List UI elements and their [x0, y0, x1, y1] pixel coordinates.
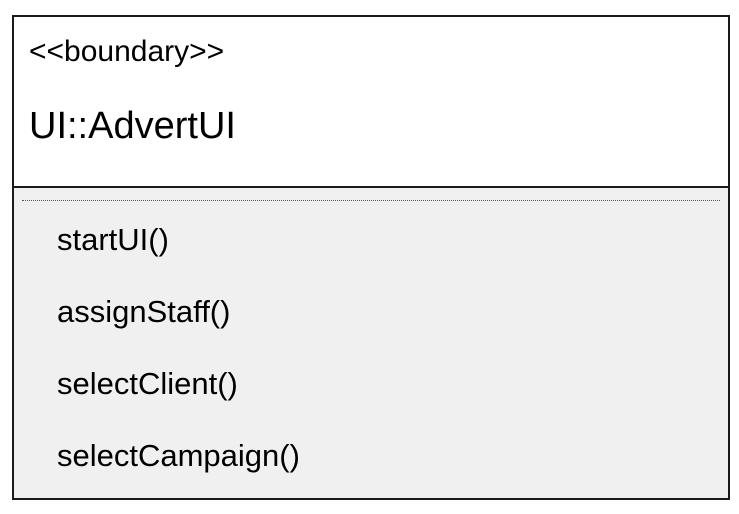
- operation-start-ui: startUI(): [57, 222, 169, 257]
- class-header: <<boundary>> UI::AdvertUI: [14, 17, 728, 188]
- operation-select-campaign: selectCampaign(): [57, 438, 300, 473]
- class-name: UI::AdvertUI: [29, 105, 236, 147]
- attributes-separator: [22, 200, 720, 201]
- class-stereotype: <<boundary>>: [29, 35, 225, 68]
- uml-class-box: <<boundary>> UI::AdvertUI startUI() assi…: [12, 15, 730, 500]
- operations-compartment: startUI() assignStaff() selectClient() s…: [14, 188, 728, 498]
- operations-list: startUI() assignStaff() selectClient() s…: [57, 222, 300, 510]
- operation-assign-staff: assignStaff(): [57, 294, 231, 329]
- operation-select-client: selectClient(): [57, 366, 238, 401]
